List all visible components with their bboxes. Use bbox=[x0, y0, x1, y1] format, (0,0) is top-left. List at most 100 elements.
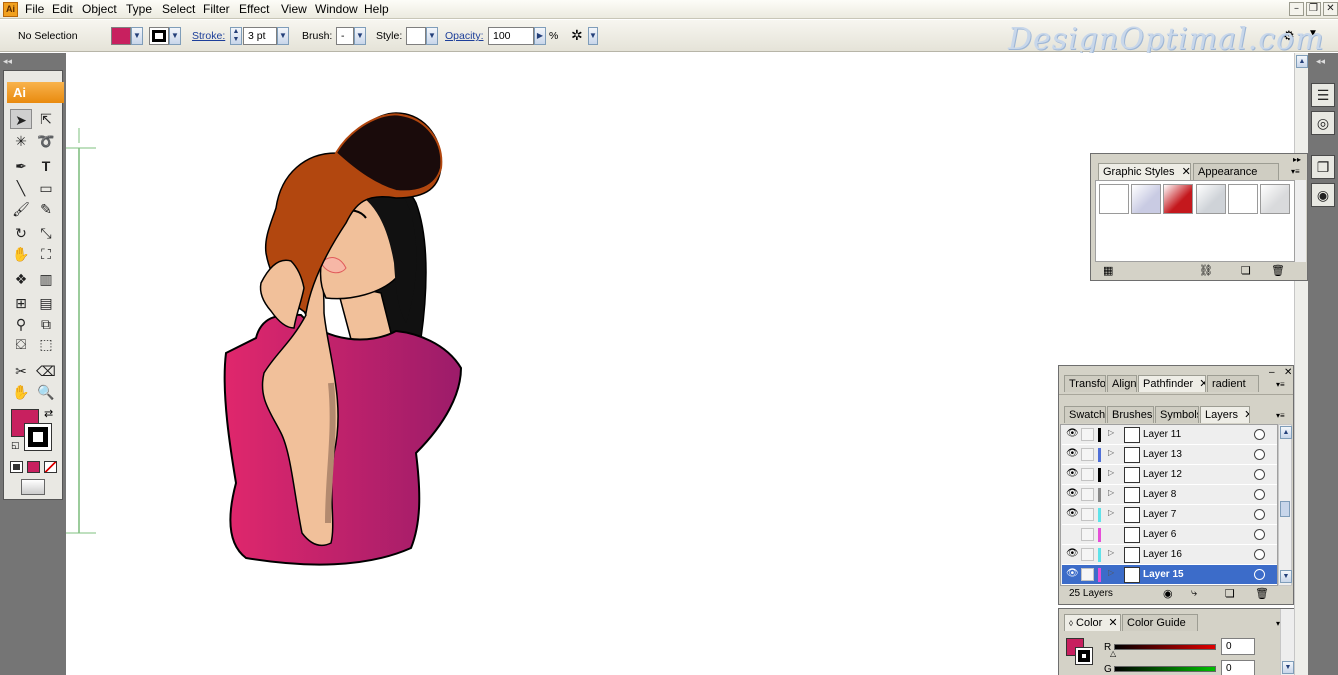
new-sublayer-icon[interactable]: ⤷ bbox=[1191, 587, 1197, 600]
fill-dropdown-icon[interactable]: ▼ bbox=[131, 27, 143, 45]
eyedropper-tool-icon[interactable]: ⚲ bbox=[10, 314, 32, 334]
tab-color[interactable]: ◊ Color ✕ bbox=[1064, 614, 1121, 631]
tab-brushes[interactable]: Brushes bbox=[1107, 406, 1154, 423]
layer-row[interactable]: 👁 ▷ Layer 15 bbox=[1062, 565, 1277, 585]
live-paint-bucket-tool-icon[interactable]: ⛋ bbox=[10, 334, 32, 354]
panel-menu-icon[interactable]: ▾≡ bbox=[1291, 167, 1300, 176]
line-segment-tool-icon[interactable]: ╲ bbox=[10, 178, 32, 198]
layer-name[interactable]: Layer 7 bbox=[1143, 509, 1176, 520]
layer-name[interactable]: Layer 8 bbox=[1143, 489, 1176, 500]
scroll-down-icon[interactable]: ▼ bbox=[1280, 570, 1292, 583]
layer-row[interactable]: 👁 ▷ Layer 13 bbox=[1062, 445, 1277, 465]
gradient-mode-icon[interactable] bbox=[27, 461, 40, 473]
minimize-icon[interactable]: – bbox=[1289, 2, 1304, 16]
r-slider-handle-icon[interactable]: △ bbox=[1110, 649, 1116, 658]
close-panel-icon[interactable]: ✕ bbox=[1284, 367, 1292, 378]
close-icon[interactable]: ✕ bbox=[1323, 2, 1338, 16]
expand-dock-icon[interactable]: ◂◂ bbox=[1316, 56, 1325, 67]
stroke-label[interactable]: Stroke: bbox=[192, 30, 225, 42]
layer-target-icon[interactable] bbox=[1254, 529, 1265, 540]
menu-edit[interactable]: Edit bbox=[52, 2, 73, 16]
paintbrush-tool-icon[interactable]: 🖌 bbox=[10, 199, 32, 219]
layer-target-icon[interactable] bbox=[1254, 549, 1265, 560]
g-value-input[interactable]: 0 bbox=[1221, 660, 1255, 675]
blend-tool-icon[interactable]: ⧉ bbox=[35, 314, 57, 334]
tab-layers[interactable]: Layers ✕ bbox=[1200, 406, 1250, 423]
expand-layer-icon[interactable]: ▷ bbox=[1108, 508, 1114, 517]
style-libraries-icon[interactable]: ▦ bbox=[1103, 264, 1113, 277]
live-paint-selection-tool-icon[interactable]: ⬚ bbox=[35, 334, 57, 354]
layer-row[interactable]: 👁 ▷ Layer 12 bbox=[1062, 465, 1277, 485]
layer-target-icon[interactable] bbox=[1254, 429, 1265, 440]
layer-target-icon[interactable] bbox=[1254, 489, 1265, 500]
tab-graphic-styles[interactable]: Graphic Styles ✕ bbox=[1098, 163, 1191, 180]
scroll-thumb[interactable] bbox=[1280, 501, 1290, 517]
pen-tool-icon[interactable]: ✒ bbox=[10, 156, 32, 176]
mesh-tool-icon[interactable]: ⊞ bbox=[10, 293, 32, 313]
tab-color-guide[interactable]: Color Guide bbox=[1122, 614, 1198, 631]
menu-window[interactable]: Window bbox=[315, 2, 358, 16]
style-default[interactable] bbox=[1099, 184, 1129, 214]
style-swatch[interactable] bbox=[1260, 184, 1290, 214]
opacity-label[interactable]: Opacity: bbox=[445, 30, 484, 42]
layer-name[interactable]: Layer 12 bbox=[1143, 469, 1182, 480]
stroke-color-swatch[interactable] bbox=[149, 27, 169, 45]
stroke-dropdown-icon[interactable]: ▼ bbox=[169, 27, 181, 45]
transparency-panel-icon[interactable]: ◎ bbox=[1311, 111, 1335, 135]
lock-toggle[interactable] bbox=[1081, 568, 1094, 581]
lasso-tool-icon[interactable]: ➰ bbox=[35, 131, 57, 151]
delete-layer-icon[interactable]: 🗑 bbox=[1255, 587, 1269, 600]
menu-select[interactable]: Select bbox=[162, 2, 195, 16]
style-swatch[interactable] bbox=[1196, 184, 1226, 214]
visibility-eye-icon[interactable]: 👁 bbox=[1066, 568, 1079, 579]
collapse-dock-icon[interactable]: ◂◂ bbox=[3, 56, 12, 67]
panel-menu-icon[interactable]: ▾≡ bbox=[1276, 380, 1285, 389]
graphic-styles-panel-icon[interactable]: ❐ bbox=[1311, 155, 1335, 179]
lock-toggle[interactable] bbox=[1081, 428, 1094, 441]
rotate-tool-icon[interactable]: ↻ bbox=[10, 223, 32, 243]
opacity-input[interactable]: 100 bbox=[488, 27, 534, 45]
brush-definition[interactable]: - bbox=[336, 27, 354, 45]
visibility-eye-icon[interactable]: 👁 bbox=[1066, 448, 1079, 459]
style-dropdown-icon[interactable]: ▼ bbox=[426, 27, 438, 45]
stroke-box[interactable] bbox=[24, 423, 52, 451]
panel-collapse-icon[interactable]: ▸▸ bbox=[1293, 155, 1301, 164]
none-mode-icon[interactable] bbox=[44, 461, 57, 473]
visibility-eye-icon[interactable]: 👁 bbox=[1066, 488, 1079, 499]
layers-menu-icon[interactable]: ▾≡ bbox=[1276, 411, 1285, 420]
menu-type[interactable]: Type bbox=[126, 2, 152, 16]
lock-toggle[interactable] bbox=[1081, 468, 1094, 481]
expand-layer-icon[interactable]: ▷ bbox=[1108, 548, 1114, 557]
style-swatch[interactable] bbox=[1163, 184, 1193, 214]
default-colors-icon[interactable]: ◱ bbox=[11, 440, 20, 451]
lock-toggle[interactable] bbox=[1081, 448, 1094, 461]
color-mode-icon[interactable] bbox=[10, 461, 23, 473]
tab-pathfinder[interactable]: Pathfinder ✕ bbox=[1138, 375, 1206, 392]
visibility-eye-icon[interactable]: 👁 bbox=[1066, 428, 1079, 439]
recolor-dropdown-icon[interactable]: ▼ bbox=[588, 27, 598, 45]
stroke-stepper-icon[interactable]: ▲ ▼ bbox=[230, 27, 242, 45]
screen-mode-icon[interactable] bbox=[21, 479, 45, 495]
layer-name[interactable]: Layer 6 bbox=[1143, 529, 1176, 540]
lock-toggle[interactable] bbox=[1081, 548, 1094, 561]
tab-transform[interactable]: Transfo bbox=[1064, 375, 1106, 392]
style-swatch[interactable] bbox=[406, 27, 426, 45]
close-tab-icon[interactable]: ✕ bbox=[1182, 166, 1190, 178]
lock-toggle[interactable] bbox=[1081, 528, 1094, 541]
layer-target-icon[interactable] bbox=[1254, 449, 1265, 460]
tab-appearance[interactable]: Appearance bbox=[1193, 163, 1279, 180]
scroll-down-icon[interactable]: ▼ bbox=[1282, 661, 1294, 674]
make-clipping-mask-icon[interactable]: ◉ bbox=[1163, 587, 1173, 600]
menu-object[interactable]: Object bbox=[82, 2, 117, 16]
restore-icon[interactable]: ❐ bbox=[1306, 2, 1321, 16]
menu-filter[interactable]: Filter bbox=[203, 2, 230, 16]
free-transform-tool-icon[interactable]: ⛶ bbox=[35, 244, 57, 264]
appearance-panel-icon[interactable]: ◉ bbox=[1311, 183, 1335, 207]
minimize-panel-icon[interactable]: – bbox=[1269, 367, 1275, 378]
visibility-eye-icon[interactable]: 👁 bbox=[1066, 468, 1079, 479]
layer-name[interactable]: Layer 16 bbox=[1143, 549, 1182, 560]
expand-layer-icon[interactable]: ▷ bbox=[1108, 468, 1114, 477]
layer-row[interactable]: 👁 ▷ Layer 8 bbox=[1062, 485, 1277, 505]
pencil-tool-icon[interactable]: ✎ bbox=[35, 199, 57, 219]
layer-name[interactable]: Layer 11 bbox=[1143, 429, 1181, 440]
